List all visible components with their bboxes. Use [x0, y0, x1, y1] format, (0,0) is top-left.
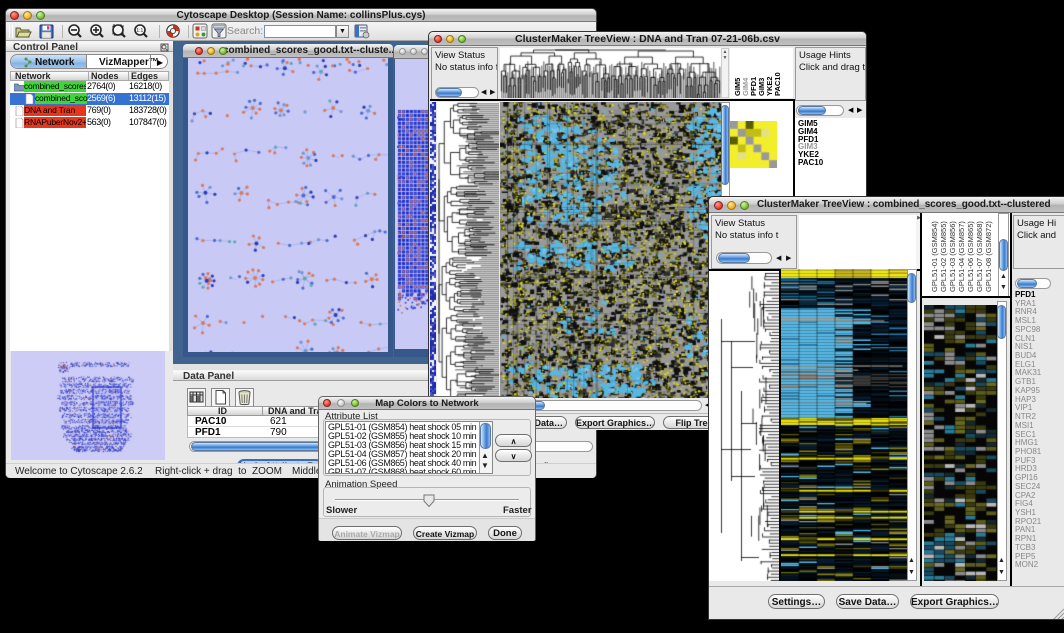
svg-text:1:1: 1:1: [136, 28, 143, 34]
